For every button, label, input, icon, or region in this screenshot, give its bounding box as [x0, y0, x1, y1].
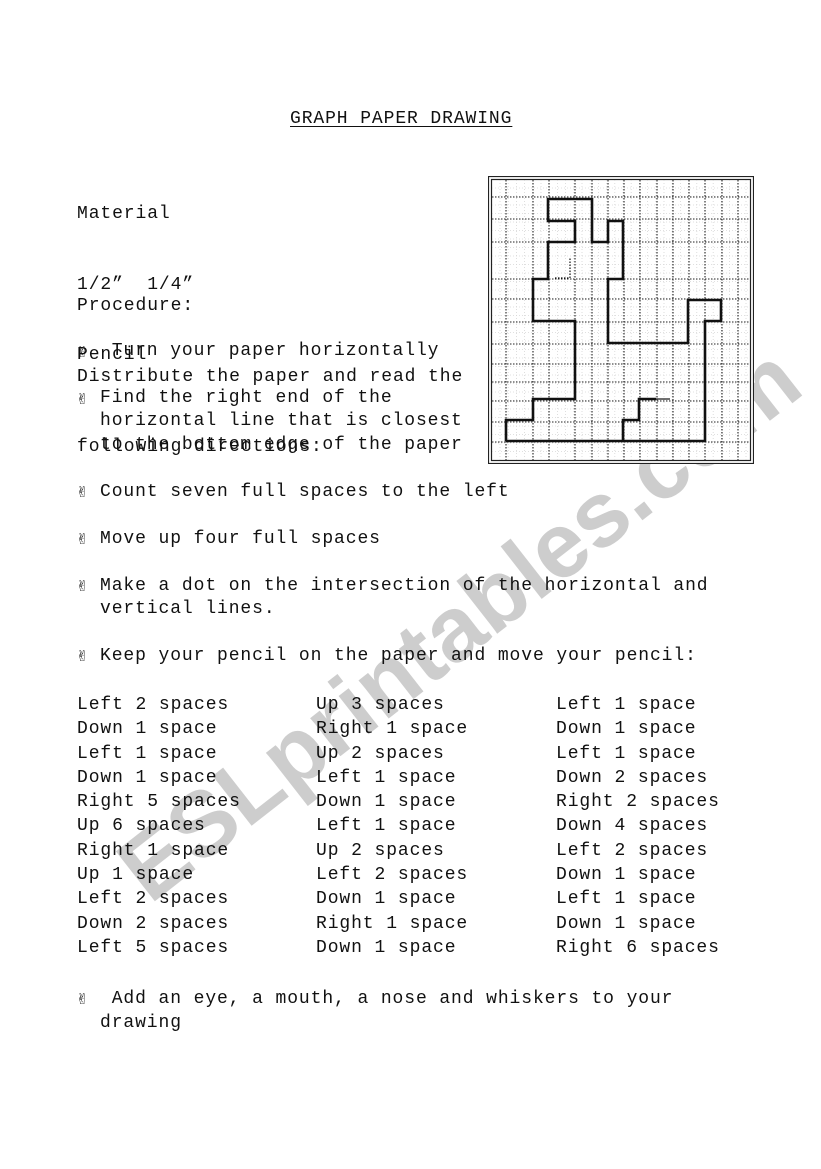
victory-hand-icon: ✌: [76, 577, 89, 595]
victory-hand-icon: ✌: [76, 343, 89, 361]
direction-item: Up 1 space: [77, 865, 195, 886]
directions-column-3: Left 1 space Down 1 space Left 1 space Down…: [556, 694, 720, 961]
direction-item: Down 1 space: [316, 792, 457, 813]
direction-item: Left 1 space: [316, 816, 457, 837]
direction-item: Left 2 spaces: [556, 840, 709, 861]
direction-item: Left 1 space: [556, 743, 697, 764]
direction-item: Right 5 spaces: [77, 792, 241, 813]
direction-item: Right 1 space: [316, 719, 469, 740]
step-text: Add an eye, a mouth, a nose and whiskers…: [100, 989, 674, 1009]
direction-item: Down 1 space: [316, 937, 457, 958]
direction-item: Right 6 spaces: [556, 937, 720, 958]
directions-column-2: Up 3 spaces Right 1 space Up 2 spaces Left …: [316, 694, 468, 961]
step-text: Move up four full spaces: [100, 529, 381, 549]
page-title: GRAPH PAPER DRAWING: [290, 109, 513, 129]
direction-item: Up 3 spaces: [316, 695, 445, 715]
direction-item: Down 1 space: [77, 767, 218, 788]
direction-item: Down 1 space: [556, 719, 697, 740]
step-text: Make a dot on the intersection of the ho…: [100, 576, 709, 596]
direction-item: Down 1 space: [77, 719, 218, 740]
direction-item: Left 2 spaces: [77, 889, 230, 910]
step-text: Count seven full spaces to the left: [100, 482, 510, 502]
direction-item: Down 1 space: [316, 889, 457, 910]
procedure-heading: Procedure:: [77, 296, 195, 316]
directions-column-1: Left 2 spaces Down 1 space Left 1 space Dow…: [77, 694, 241, 961]
material-heading: Material: [77, 204, 171, 224]
direction-item: Left 2 spaces: [77, 695, 230, 715]
victory-hand-icon: ✌: [76, 647, 89, 665]
direction-item: Left 1 space: [77, 743, 218, 764]
direction-item: Right 2 spaces: [556, 792, 720, 813]
direction-item: Down 4 spaces: [556, 816, 709, 837]
victory-hand-icon: ✌: [76, 990, 89, 1008]
victory-hand-icon: ✌: [76, 483, 89, 501]
graph-paper-grid: [487, 175, 755, 465]
direction-item: Left 1 space: [556, 889, 697, 910]
step-text: Turn your paper horizontally: [100, 341, 440, 361]
victory-hand-icon: ✌: [76, 390, 89, 408]
direction-item: Right 1 space: [77, 840, 230, 861]
direction-item: Right 1 space: [316, 913, 469, 934]
step-text: to the bottom edge of the paper: [100, 435, 463, 455]
step-text: vertical lines.: [100, 599, 276, 619]
direction-item: Left 1 space: [316, 767, 457, 788]
procedure-intro: Distribute the paper and read the: [77, 366, 464, 387]
direction-item: Up 2 spaces: [316, 840, 445, 861]
step-text: drawing: [100, 1013, 182, 1033]
direction-item: Up 6 spaces: [77, 816, 206, 837]
step-text: Find the right end of the: [100, 388, 393, 408]
direction-item: Left 5 spaces: [77, 937, 230, 958]
step-text: Keep your pencil on the paper and move y…: [100, 646, 697, 666]
step-text: horizontal line that is closest: [100, 411, 463, 431]
direction-item: Left 2 spaces: [316, 865, 469, 886]
direction-item: Down 2 spaces: [556, 767, 709, 788]
graph-paper-example: [487, 175, 755, 465]
victory-hand-icon: ✌: [76, 530, 89, 548]
direction-item: Down 1 space: [556, 865, 697, 886]
direction-item: Down 2 spaces: [77, 913, 230, 934]
direction-item: Left 1 space: [556, 695, 697, 715]
direction-item: Up 2 spaces: [316, 743, 445, 764]
direction-item: Down 1 space: [556, 913, 697, 934]
